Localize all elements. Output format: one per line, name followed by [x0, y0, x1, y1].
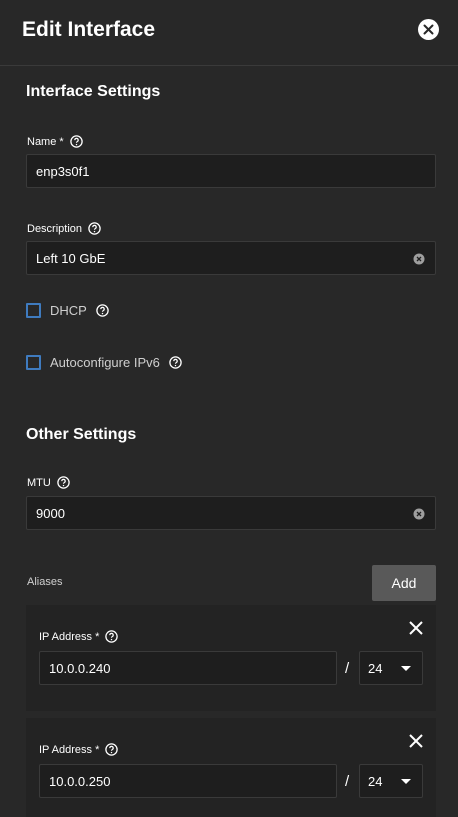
help-icon[interactable] [69, 135, 83, 148]
dialog-header: Edit Interface [0, 0, 458, 66]
description-label-text: Description [27, 222, 83, 235]
dialog-title: Edit Interface [22, 18, 156, 41]
add-alias-button[interactable]: Add [372, 565, 436, 601]
required-marker: * [95, 630, 100, 643]
ip-address-value: 10.0.0.240 [49, 661, 111, 676]
netmask-select[interactable]: 24 [359, 651, 423, 685]
description-label: Description [27, 222, 101, 235]
clear-icon[interactable] [413, 508, 425, 520]
name-label: Name * [27, 135, 83, 148]
mtu-value: 9000 [36, 506, 65, 521]
ip-address-label: IP Address * [39, 630, 119, 643]
name-label-text: Name [27, 135, 57, 148]
alias-card: IP Address * 10.0.0.240 / 24 [26, 605, 436, 711]
netmask-separator: / [345, 773, 350, 790]
help-icon[interactable] [88, 222, 101, 235]
other-settings-title: Other Settings [26, 426, 137, 443]
description-input[interactable]: Left 10 GbE [26, 241, 436, 275]
required-marker: * [59, 135, 64, 148]
alias-card: IP Address * 10.0.0.250 / 24 [26, 718, 436, 817]
checkbox-box[interactable] [26, 303, 41, 318]
autoconfigure-ipv6-checkbox[interactable]: Autoconfigure IPv6 [26, 355, 182, 370]
help-icon[interactable] [105, 743, 119, 756]
help-icon[interactable] [169, 356, 182, 369]
mtu-label-text: MTU [27, 476, 51, 489]
mtu-input[interactable]: 9000 [26, 496, 436, 530]
checkbox-box[interactable] [26, 355, 41, 370]
dhcp-checkbox[interactable]: DHCP [26, 303, 109, 318]
name-input[interactable]: enp3s0f1 [26, 154, 436, 188]
mtu-label: MTU [27, 476, 70, 489]
dhcp-label: DHCP [50, 303, 87, 318]
ip-address-label: IP Address * [39, 743, 119, 756]
netmask-separator: / [345, 660, 350, 677]
remove-alias-icon[interactable] [408, 733, 424, 749]
ip-address-label-text: IP Address [39, 630, 92, 643]
remove-alias-icon[interactable] [408, 620, 424, 636]
netmask-value: 24 [368, 661, 383, 676]
autoconfigure-ipv6-label: Autoconfigure IPv6 [50, 355, 160, 370]
chevron-down-icon [401, 779, 411, 784]
description-value: Left 10 GbE [36, 251, 106, 266]
interface-settings-title: Interface Settings [26, 83, 161, 100]
close-circle-icon[interactable] [418, 19, 439, 40]
help-icon[interactable] [96, 304, 109, 317]
chevron-down-icon [401, 666, 411, 671]
ip-address-label-text: IP Address [39, 743, 92, 756]
ip-address-input[interactable]: 10.0.0.250 [39, 764, 337, 798]
clear-icon[interactable] [413, 253, 425, 265]
help-icon[interactable] [105, 630, 119, 643]
aliases-label: Aliases [27, 576, 63, 588]
netmask-select[interactable]: 24 [359, 764, 423, 798]
ip-address-input[interactable]: 10.0.0.240 [39, 651, 337, 685]
ip-address-value: 10.0.0.250 [49, 774, 111, 789]
netmask-value: 24 [368, 774, 383, 789]
help-icon[interactable] [57, 476, 70, 489]
name-value: enp3s0f1 [36, 164, 90, 179]
required-marker: * [95, 743, 100, 756]
